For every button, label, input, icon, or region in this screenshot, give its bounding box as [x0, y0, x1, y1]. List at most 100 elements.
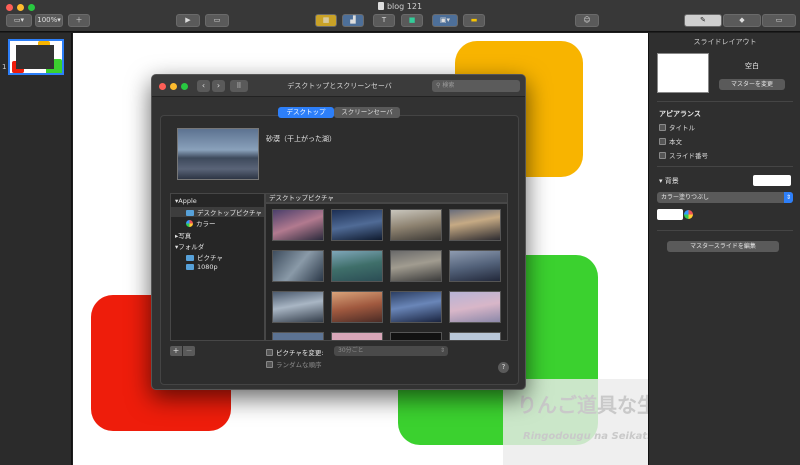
wallpaper-thumbnail[interactable] [449, 291, 501, 323]
folder-icon [186, 264, 194, 270]
comment-icon: ▬ [470, 16, 478, 24]
interval-popup[interactable]: 30分ごと ⇕ [334, 346, 448, 356]
search-field[interactable]: ⚲ 検索 [432, 80, 520, 92]
slide-number: 1 [2, 63, 7, 71]
chart-button[interactable]: ▟ [342, 14, 364, 27]
wallpaper-thumbnail[interactable] [272, 250, 324, 282]
source-label: カラー [196, 220, 216, 228]
source-label: デスクトップピクチャ [197, 209, 262, 217]
source-group-apple[interactable]: ▾Apple [175, 197, 197, 205]
body-checkbox[interactable]: 本文 [659, 136, 682, 146]
background-heading[interactable]: ▾ 背景 [659, 176, 679, 186]
current-picture-name: 砂漠（干上がった湖） [266, 135, 336, 143]
shape-icon: ■ [408, 16, 416, 24]
animate-icon: ◆ [739, 16, 745, 24]
text-button[interactable]: T [373, 14, 395, 27]
table-button[interactable]: ▦ [315, 14, 337, 27]
title-checkbox[interactable]: タイトル [659, 122, 695, 132]
change-picture-label: ピクチャを変更: [276, 349, 324, 357]
comment-button[interactable]: ▬ [463, 14, 485, 27]
wallpaper-thumbnail[interactable] [272, 209, 324, 241]
random-order-checkbox[interactable]: ランダムな順序 [266, 359, 322, 369]
popup-arrows-icon: ⇕ [784, 192, 793, 203]
view-menu-button[interactable]: ▭▾ [6, 14, 32, 27]
wallpaper-thumbnail[interactable] [331, 250, 383, 282]
edit-master-slide-button[interactable]: マスタースライドを編集 [667, 241, 779, 252]
source-label: 1080p [197, 263, 218, 271]
checkbox-box [659, 124, 666, 131]
background-color-well[interactable] [753, 175, 791, 186]
checkbox-box [266, 349, 273, 356]
appearance-heading: アピアランス [659, 110, 701, 118]
play-button[interactable]: ▶ [176, 14, 200, 27]
wallpaper-thumbnail[interactable] [390, 250, 442, 282]
fill-color-well[interactable] [657, 209, 683, 220]
interval-value: 30分ごと [338, 347, 364, 354]
text-icon: T [381, 16, 387, 24]
watermark-title: りんご道具な生活 [517, 393, 648, 417]
desktop-screensaver-window: ‹ › ⠿ デスクトップとスクリーンセーバ ⚲ 検索 デスクトップ スクリーンセ… [151, 74, 526, 390]
divider [657, 230, 793, 231]
media-button[interactable]: ▣▾ [432, 14, 458, 27]
source-label: フォルダ [178, 243, 205, 251]
source-item-pictures[interactable]: ピクチャ [186, 252, 223, 262]
remove-folder-button[interactable]: − [183, 346, 195, 356]
wallpaper-thumbnail[interactable] [272, 291, 324, 323]
tab-desktop[interactable]: デスクトップ [278, 107, 334, 118]
random-order-label: ランダムな順序 [276, 361, 322, 369]
source-group-photos[interactable]: ▸写真 [175, 230, 191, 240]
fill-type-value: カラー塗りつぶし [661, 194, 710, 201]
color-wheel-icon[interactable] [684, 210, 693, 219]
change-master-button[interactable]: マスターを変更 [719, 79, 785, 90]
wallpaper-thumbnail[interactable] [390, 332, 442, 340]
collaborate-button[interactable]: ☺ [575, 14, 599, 27]
change-picture-checkbox[interactable]: ピクチャを変更: [266, 347, 324, 357]
slide-thumbnail[interactable] [8, 39, 64, 75]
image-icon: ▣▾ [439, 16, 451, 24]
source-item-colors[interactable]: カラー [186, 218, 216, 228]
source-label: ピクチャ [197, 254, 223, 262]
zoom-menu-button[interactable]: 100%▾ [35, 14, 63, 27]
paintbrush-icon: ✎ [700, 16, 706, 24]
source-group-folders[interactable]: ▾フォルダ [175, 241, 204, 251]
help-button[interactable]: ? [498, 362, 509, 373]
checkbox-box [659, 138, 666, 145]
slide-navigator: 1 [0, 33, 72, 465]
wallpaper-thumbnail[interactable] [331, 291, 383, 323]
picture-grid-header: デスクトップピクチャ [265, 193, 508, 203]
watermark-subtitle: Ringodougu na Seikatsu [523, 431, 648, 442]
wallpaper-thumbnail[interactable] [331, 332, 383, 340]
slide-number-checkbox[interactable]: スライド番号 [659, 150, 708, 160]
divider [657, 101, 793, 102]
wallpaper-thumbnail[interactable] [272, 332, 324, 340]
format-inspector: スライドレイアウト 空白 マスターを変更 アピアランス タイトル 本文 スライド… [648, 33, 800, 465]
fill-type-popup[interactable]: カラー塗りつぶし ⇕ [657, 192, 793, 203]
document-button[interactable]: ▭ [762, 14, 796, 27]
color-wheel-icon [186, 220, 193, 227]
tab-screensaver[interactable]: スクリーンセーバ [334, 107, 400, 118]
animate-button[interactable]: ◆ [723, 14, 761, 27]
wallpaper-thumbnail[interactable] [331, 209, 383, 241]
wallpaper-thumbnail[interactable] [449, 209, 501, 241]
checkbox-box [659, 152, 666, 159]
keynote-live-button[interactable]: ▭ [205, 14, 229, 27]
add-slide-button[interactable]: ＋ [68, 14, 90, 27]
source-item-desktop-pictures[interactable]: デスクトップピクチャ [171, 207, 264, 217]
layout-preview [657, 53, 709, 93]
source-item-1080p[interactable]: 1080p [186, 263, 218, 271]
folder-icon [186, 255, 194, 261]
format-button[interactable]: ✎ [684, 14, 722, 27]
shape-button[interactable]: ■ [401, 14, 423, 27]
wallpaper-thumbnail[interactable] [390, 209, 442, 241]
wallpaper-thumbnail[interactable] [390, 291, 442, 323]
popup-arrows-icon: ⇕ [439, 347, 445, 354]
window-title-text: blog 121 [386, 2, 423, 11]
document-panel-icon: ▭ [775, 16, 783, 24]
search-placeholder: 検索 [442, 82, 455, 89]
window-toolbar: blog 121 ▭▾ 100%▾ ＋ ▶ ▭ ▦ ▟ T ■ ▣▾ ▬ ☺ ✎… [0, 0, 800, 32]
zoom-value: 100% [37, 16, 58, 24]
wallpaper-thumbnail[interactable] [449, 250, 501, 282]
add-folder-button[interactable]: + [170, 346, 182, 356]
wallpaper-thumbnail[interactable] [449, 332, 501, 340]
checkbox-box [266, 361, 273, 368]
